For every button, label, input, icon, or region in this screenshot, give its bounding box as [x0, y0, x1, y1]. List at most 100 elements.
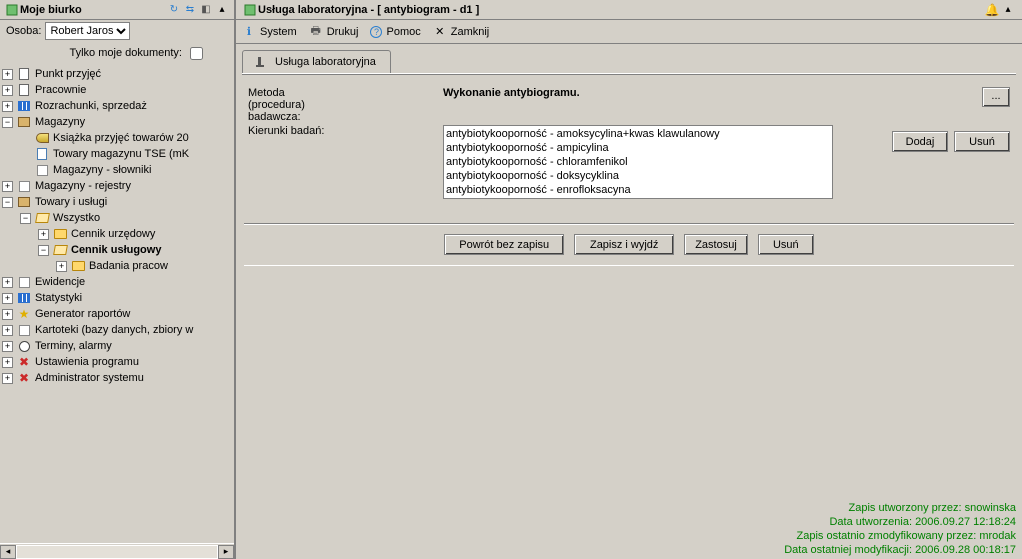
tab-lab-service[interactable]: Usługa laboratoryjna: [242, 50, 391, 73]
directions-listbox[interactable]: antybiotykooporność - amoksycylina+kwas …: [443, 125, 833, 199]
microscope-icon: [254, 55, 268, 69]
menu-print[interactable]: 🖶 Drukuj: [309, 25, 359, 39]
tree-node-label: Wszystko: [53, 210, 100, 226]
collapse-up-icon[interactable]: ▴: [215, 3, 229, 17]
menu-help[interactable]: ? Pomoc: [370, 26, 420, 38]
tree-node[interactable]: − Wszystko: [2, 210, 234, 226]
box-icon: [16, 195, 32, 209]
expand-icon[interactable]: +: [2, 101, 13, 112]
collapse-icon[interactable]: −: [2, 117, 13, 128]
tree-node-label: Magazyny: [35, 114, 85, 130]
method-label-1: Metoda: [248, 87, 433, 99]
expand-icon[interactable]: +: [56, 261, 67, 272]
box-icon: [16, 115, 32, 129]
note-icon: [16, 275, 32, 289]
tree-node[interactable]: +Magazyny - rejestry: [2, 178, 234, 194]
tree-node[interactable]: +Terminy, alarmy: [2, 338, 234, 354]
collapse-icon[interactable]: −: [2, 197, 13, 208]
collapse-up-icon[interactable]: ▴: [1001, 3, 1015, 17]
refresh-icon[interactable]: ↻: [167, 3, 181, 17]
scroll-track[interactable]: [16, 545, 218, 559]
sync-icon[interactable]: ⇆: [183, 3, 197, 17]
page-icon: [34, 147, 50, 161]
list-item[interactable]: antybiotykooporność - enrofloksacyna: [446, 183, 830, 197]
tree-node[interactable]: +★Generator raportów: [2, 306, 234, 322]
menu-close[interactable]: ✕ Zamknij: [433, 25, 490, 39]
tree-node-label: Rozrachunki, sprzedaż: [35, 98, 147, 114]
list-item[interactable]: antybiotykooporność - amoksycylina+kwas …: [446, 127, 830, 141]
expand-icon[interactable]: +: [2, 325, 13, 336]
list-item[interactable]: antybiotykooporność - chloramfenikol: [446, 155, 830, 169]
tree-node[interactable]: Towary magazynu TSE (mK: [2, 146, 234, 162]
method-label-2: (procedura): [248, 99, 433, 111]
note-icon: [16, 179, 32, 193]
right-title: Usługa laboratoryjna - [ antybiogram - d…: [258, 4, 984, 16]
tree-node[interactable]: − Magazyny: [2, 114, 234, 130]
tree-spacer: [20, 165, 31, 176]
back-button[interactable]: Powrót bez zapisu: [444, 234, 564, 255]
tree-node[interactable]: + Punkt przyjęć: [2, 66, 234, 82]
tree-node-label: Punkt przyjęć: [35, 66, 101, 82]
apply-button[interactable]: Zastosuj: [684, 234, 748, 255]
menu-system[interactable]: ℹ System: [242, 25, 297, 39]
pin-icon[interactable]: ◧: [199, 3, 213, 17]
tree-node[interactable]: + Cennik urzędowy: [2, 226, 234, 242]
remove-side-button[interactable]: Usuń: [954, 131, 1010, 152]
tree-node[interactable]: +Pracownie: [2, 82, 234, 98]
list-item[interactable]: antybiotykooporność - ampicylina: [446, 141, 830, 155]
expand-icon[interactable]: +: [2, 69, 13, 80]
scroll-right-icon[interactable]: ▸: [218, 545, 234, 559]
expand-icon[interactable]: +: [2, 357, 13, 368]
menu-print-label: Drukuj: [327, 26, 359, 38]
bell-icon[interactable]: 🔔: [985, 3, 999, 17]
browse-button[interactable]: ...: [982, 87, 1010, 107]
expand-icon[interactable]: +: [2, 277, 13, 288]
person-select[interactable]: Robert Jaros: [45, 22, 130, 40]
tree-node-label: Cennik urzędowy: [71, 226, 155, 242]
expand-icon[interactable]: +: [2, 341, 13, 352]
tabstrip: Usługa laboratoryjna: [236, 44, 1022, 73]
tree-node[interactable]: + Rozrachunki, sprzedaż: [2, 98, 234, 114]
list-item[interactable]: antybiotykooporność - doksycyklina: [446, 169, 830, 183]
remove-button[interactable]: Usuń: [758, 234, 814, 255]
tree-node[interactable]: +Badania pracow: [2, 258, 234, 274]
tree-node[interactable]: Książka przyjęć towarów 20: [2, 130, 234, 146]
only-my-docs-checkbox[interactable]: [190, 47, 203, 60]
tab-label: Usługa laboratoryjna: [275, 56, 376, 68]
tree-node[interactable]: +Ewidencje: [2, 274, 234, 290]
folder-open-icon: [34, 211, 50, 225]
tree-node[interactable]: Magazyny - słowniki: [2, 162, 234, 178]
horizontal-scrollbar[interactable]: ◂ ▸: [0, 543, 234, 559]
app-icon: [5, 3, 19, 17]
star-icon: ★: [16, 307, 32, 321]
expand-icon[interactable]: +: [2, 181, 13, 192]
tree-node[interactable]: + Statystyki: [2, 290, 234, 306]
tree-node-label: Administrator systemu: [35, 370, 144, 386]
tree-node[interactable]: −Towary i usługi: [2, 194, 234, 210]
tree-node[interactable]: −Cennik usługowy: [2, 242, 234, 258]
expand-icon[interactable]: +: [2, 293, 13, 304]
clock-icon: [16, 339, 32, 353]
only-my-docs-row: Tylko moje dokumenty:: [0, 42, 234, 64]
help-icon: ?: [370, 26, 382, 38]
add-button[interactable]: Dodaj: [892, 131, 948, 152]
scroll-left-icon[interactable]: ◂: [0, 545, 16, 559]
right-titlebar: Usługa laboratoryjna - [ antybiogram - d…: [236, 0, 1022, 20]
expand-icon[interactable]: +: [2, 309, 13, 320]
expand-icon[interactable]: +: [2, 373, 13, 384]
audit-modified-by: Zapis ostatnio zmodyfikowany przez: mrod…: [236, 529, 1016, 543]
tree-view[interactable]: +Punkt przyjęć+Pracownie+Rozrachunki, sp…: [0, 64, 234, 543]
collapse-icon[interactable]: −: [38, 245, 49, 256]
collapse-icon[interactable]: −: [20, 213, 31, 224]
footer-button-bar: Powrót bez zapisu Zapisz i wyjdź Zastosu…: [244, 223, 1014, 266]
tree-node-label: Generator raportów: [35, 306, 130, 322]
tree-node[interactable]: +Kartoteki (bazy danych, zbiory w: [2, 322, 234, 338]
tree-node-label: Statystyki: [35, 290, 82, 306]
audit-created-date: Data utworzenia: 2006.09.27 12:18:24: [236, 515, 1016, 529]
expand-icon[interactable]: +: [2, 85, 13, 96]
save-exit-button[interactable]: Zapisz i wyjdź: [574, 234, 674, 255]
expand-icon[interactable]: +: [38, 229, 49, 240]
tree-node[interactable]: +✖Ustawienia programu: [2, 354, 234, 370]
tree-node[interactable]: +✖Administrator systemu: [2, 370, 234, 386]
tree-spacer: [20, 149, 31, 160]
